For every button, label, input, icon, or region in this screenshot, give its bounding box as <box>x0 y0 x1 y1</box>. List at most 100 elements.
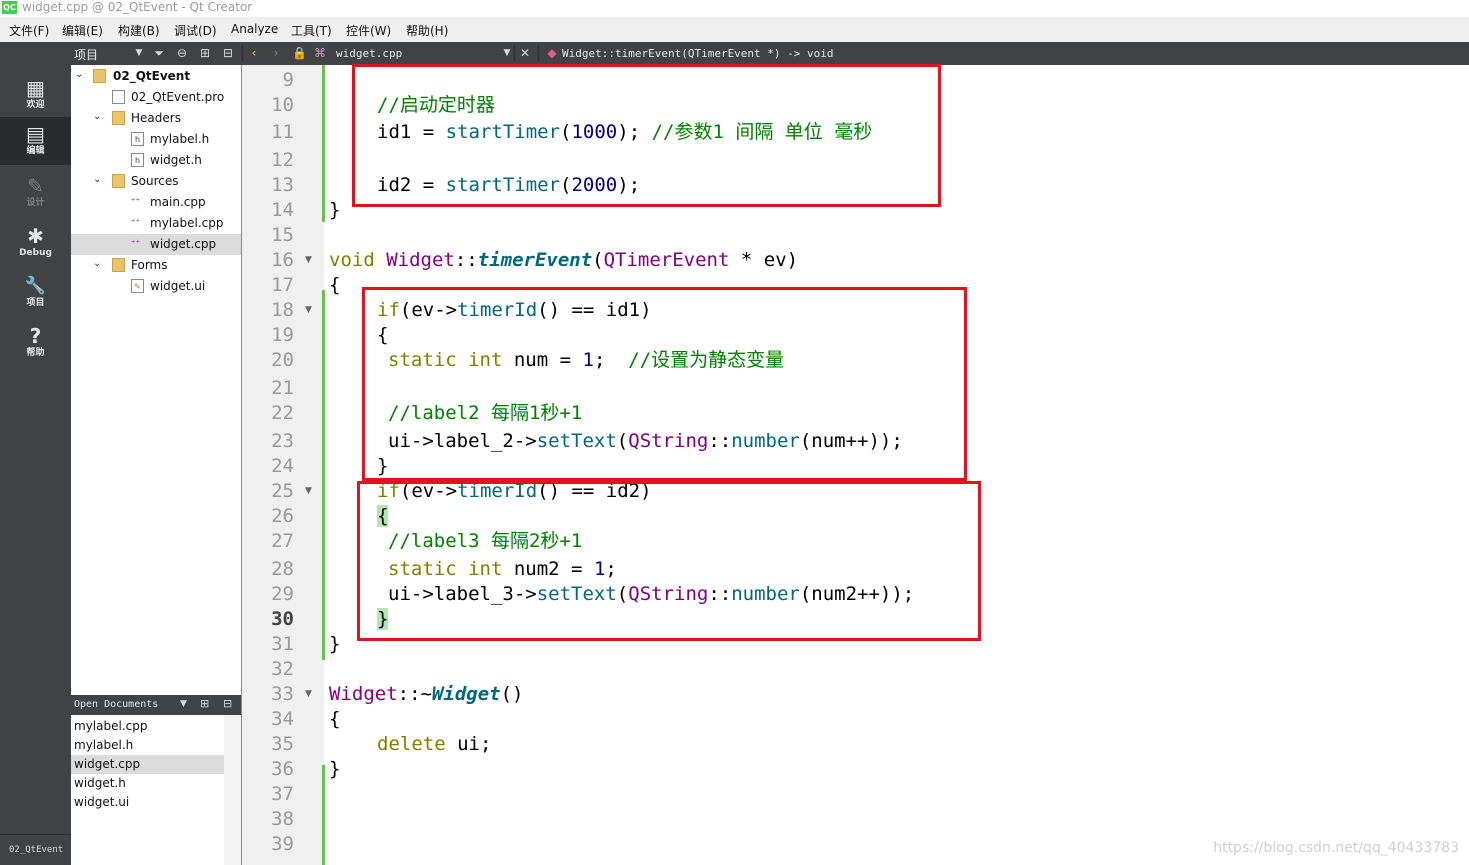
open-document-item[interactable]: mylabel.h <box>71 736 224 755</box>
line-number: 39 <box>271 833 294 855</box>
document-label: widget.ui <box>74 795 130 809</box>
line-number: 27 <box>271 530 294 552</box>
mode-help[interactable]: ? 帮助 <box>0 319 71 367</box>
line-number: 13 <box>271 174 294 196</box>
menu-debug[interactable]: 调试(D) <box>174 22 217 39</box>
tree-node-widget-ui[interactable]: ✎ widget.ui <box>71 276 241 297</box>
menu-build[interactable]: 构建(B) <box>118 22 160 39</box>
tree-node-widget-cpp[interactable]: ⁺⁺ widget.cpp <box>71 234 241 255</box>
document-label: mylabel.cpp <box>74 719 148 733</box>
mode-edit[interactable]: ▤ 编辑 <box>0 117 71 165</box>
line-number: 35 <box>271 733 294 755</box>
open-document-item[interactable]: widget.ui <box>71 793 224 812</box>
fold-marker-icon[interactable]: ▼ <box>305 305 312 315</box>
tree-node-widget-h[interactable]: h widget.h <box>71 150 241 171</box>
expand-arrow-icon[interactable]: ⌄ <box>75 69 83 80</box>
fold-marker-icon[interactable]: ▼ <box>305 689 312 699</box>
fold-marker-icon[interactable]: ▼ <box>305 486 312 496</box>
annotation-box-start-timers <box>352 64 941 207</box>
open-document-item[interactable]: widget.h <box>71 774 224 793</box>
line-number: 20 <box>271 349 294 371</box>
line-number: 23 <box>271 430 294 452</box>
header-file-icon: h <box>131 153 144 167</box>
expand-arrow-icon[interactable]: ⌄ <box>93 111 101 122</box>
filter-icon[interactable]: ⏷ <box>152 45 166 61</box>
panel-selector[interactable]: 项目 <box>74 46 98 63</box>
method-symbol-icon: ◆ <box>547 46 557 60</box>
line-number-gutter: 9 10 11 12 13 14 15 16 17 18 19 20 21 22… <box>242 65 324 865</box>
code-line: void Widget::timerEvent(QTimerEvent * ev… <box>329 249 799 271</box>
toolbar-divider <box>514 45 515 62</box>
line-number: 18 <box>271 299 294 321</box>
pencil-icon: ✎ <box>27 174 44 198</box>
menu-edit[interactable]: 编辑(E) <box>62 22 103 39</box>
link-icon[interactable]: ⊖ <box>175 45 189 61</box>
symbol-combo[interactable]: Widget::timerEvent(QTimerEvent *) -> voi… <box>562 47 834 60</box>
line-number: 36 <box>271 758 294 780</box>
form-file-icon: ✎ <box>131 279 144 293</box>
open-documents-title[interactable]: Open Documents <box>74 699 158 710</box>
menu-bar: 文件(F) 编辑(E) 构建(B) 调试(D) Analyze 工具(T) 控件… <box>0 17 1469 42</box>
project-target-selector[interactable]: 02_QtEvent <box>0 834 71 865</box>
close-panel-icon[interactable]: ⊟ <box>223 697 232 710</box>
close-file-icon[interactable]: ✕ <box>518 45 532 61</box>
annotation-box-timer1-branch <box>362 287 967 481</box>
mode-design[interactable]: ✎ 设计 <box>0 169 71 217</box>
menu-controls[interactable]: 控件(W) <box>346 22 391 39</box>
tree-node-headers[interactable]: ⌄ Headers <box>71 108 241 129</box>
menu-analyze[interactable]: Analyze <box>231 22 278 36</box>
open-documents-scrollbar[interactable] <box>224 715 241 865</box>
tree-node-label: Sources <box>131 174 179 188</box>
tree-node-label: Headers <box>131 111 181 125</box>
chevron-down-icon[interactable]: ▼ <box>180 699 187 709</box>
tree-node-label: widget.h <box>150 153 202 167</box>
open-document-item[interactable]: widget.cpp <box>71 755 224 774</box>
tree-node-label: mylabel.h <box>150 132 210 146</box>
tree-node-label: 02_QtEvent.pro <box>131 90 225 104</box>
line-number: 17 <box>271 274 294 296</box>
split-icon[interactable]: ⊞ <box>198 45 212 61</box>
document-label: widget.cpp <box>74 757 141 771</box>
cpp-file-icon: ⁺⁺ <box>130 197 141 207</box>
menu-help[interactable]: 帮助(H) <box>406 22 448 39</box>
mode-debug[interactable]: ✱ Debug <box>0 219 71 267</box>
expand-arrow-icon[interactable]: ⌄ <box>93 174 101 185</box>
open-document-item[interactable]: mylabel.cpp <box>71 717 224 736</box>
tree-node-sources[interactable]: ⌄ Sources <box>71 171 241 192</box>
tree-node-main-cpp[interactable]: ⁺⁺ main.cpp <box>71 192 241 213</box>
back-arrow-icon[interactable]: ‹ <box>247 45 261 61</box>
mode-projects[interactable]: 🔧 项目 <box>0 269 71 317</box>
editor-toolbar: 项目 ▼ ⏷ ⊖ ⊞ ⊟ ‹ › 🔒 ⌘ widget.cpp ▼ ✕ ◆ Wi… <box>0 42 1469 65</box>
tree-node-mylabel-h[interactable]: h mylabel.h <box>71 129 241 150</box>
annotation-box-timer2-branch <box>357 481 981 641</box>
folder-icon <box>112 174 125 188</box>
expand-arrow-icon[interactable]: ⌄ <box>93 258 101 269</box>
tree-node-forms[interactable]: ⌄ Forms <box>71 255 241 276</box>
line-number: 34 <box>271 708 294 730</box>
tree-node-project[interactable]: ⌄ 02_QtEvent <box>71 66 241 87</box>
line-number: 32 <box>271 658 294 680</box>
watermark: https://blog.csdn.net/qq_40433783 <box>1213 840 1459 856</box>
tree-node-pro-file[interactable]: 02_QtEvent.pro <box>71 87 241 108</box>
line-number: 25 <box>271 480 294 502</box>
open-file-combo[interactable]: widget.cpp <box>336 47 402 60</box>
fold-marker-icon[interactable]: ▼ <box>305 255 312 265</box>
menu-file[interactable]: 文件(F) <box>9 22 49 39</box>
chevron-down-icon[interactable]: ▼ <box>132 45 146 61</box>
tree-node-mylabel-cpp[interactable]: ⁺⁺ mylabel.cpp <box>71 213 241 234</box>
cpp-file-icon: ⌘ <box>314 46 326 60</box>
wrench-icon: 🔧 <box>24 276 47 296</box>
line-number-current: 30 <box>271 608 294 630</box>
window-title: widget.cpp @ 02_QtEvent - Qt Creator <box>22 0 253 14</box>
tree-node-label: widget.ui <box>150 279 206 293</box>
qt-creator-logo-icon: QC <box>2 1 17 14</box>
close-panel-icon[interactable]: ⊟ <box>221 45 235 61</box>
folder-icon <box>112 111 125 125</box>
split-icon[interactable]: ⊞ <box>200 697 209 710</box>
document-icon: ▤ <box>26 122 45 146</box>
forward-arrow-icon[interactable]: › <box>269 45 283 61</box>
mode-welcome[interactable]: ▦ 欢迎 <box>0 71 71 119</box>
menu-tools[interactable]: 工具(T) <box>291 22 332 39</box>
file-combo-chevron-icon[interactable]: ▼ <box>500 45 514 61</box>
grid-icon: ▦ <box>26 76 45 100</box>
